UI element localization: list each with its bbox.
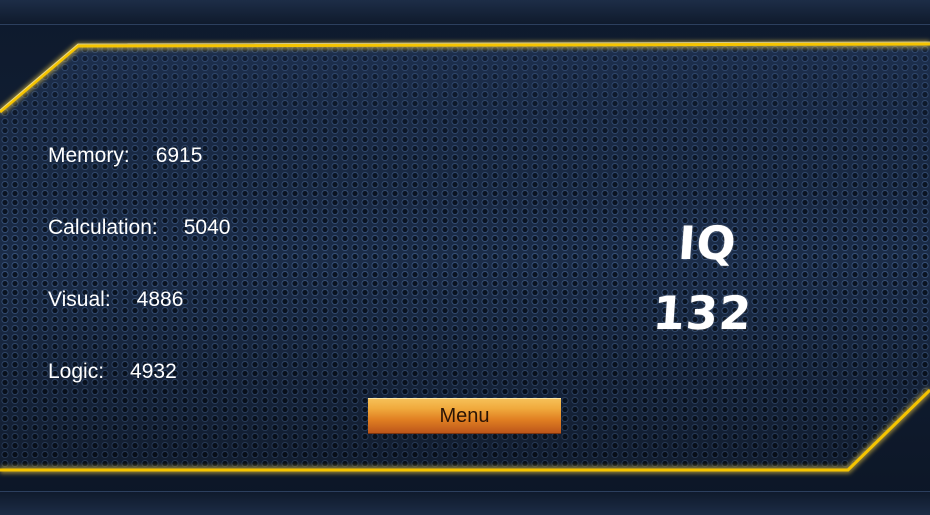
iq-score: IQ 132 bbox=[635, 208, 775, 348]
stat-logic: Logic: 4932 bbox=[48, 360, 177, 384]
stat-visual-value: 4886 bbox=[136, 288, 184, 311]
stat-logic-label: Logic: bbox=[48, 360, 105, 383]
results-screen: Memory: 6915 Calculation: 5040 Visual: 4886… bbox=[0, 0, 930, 515]
stat-calculation: Calculation: 5040 bbox=[48, 216, 230, 240]
iq-value: 132 bbox=[651, 286, 754, 340]
stat-logic-value: 4932 bbox=[130, 360, 177, 383]
stat-visual: Visual: 4886 bbox=[48, 288, 183, 312]
stat-memory-label: Memory: bbox=[48, 144, 130, 167]
panel-frame bbox=[0, 40, 930, 474]
stat-calculation-label: Calculation: bbox=[48, 216, 158, 239]
menu-button[interactable]: Menu bbox=[368, 398, 561, 434]
stat-calculation-value: 5040 bbox=[183, 216, 231, 239]
stat-memory-value: 6915 bbox=[155, 144, 203, 167]
stat-visual-label: Visual: bbox=[48, 288, 111, 311]
stat-memory: Memory: 6915 bbox=[48, 144, 202, 168]
iq-label: IQ bbox=[676, 216, 739, 270]
